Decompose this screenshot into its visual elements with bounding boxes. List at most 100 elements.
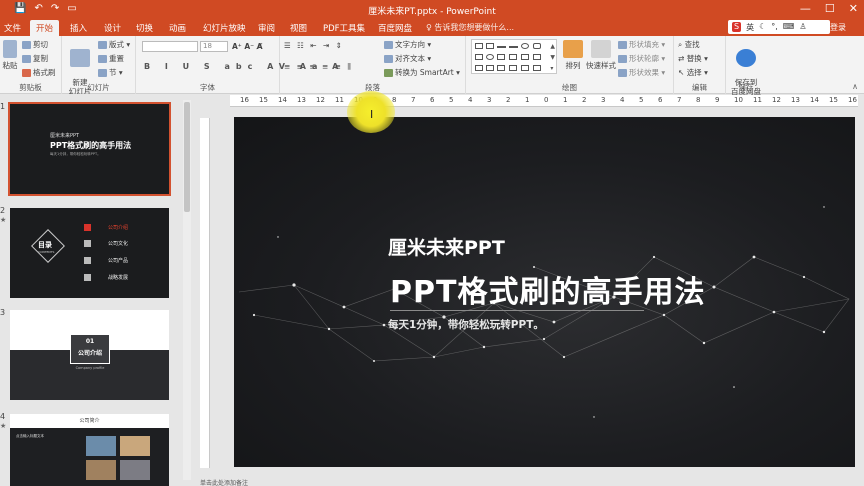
cut-button[interactable]: 剪切 [22, 39, 48, 50]
tab-insert[interactable]: 插入 [70, 22, 87, 34]
ribbon: 粘贴 剪切 复制 格式刷 剪贴板 新建 幻灯片 版式 ▾ 重置 节 ▾ 幻灯片 … [0, 36, 864, 96]
moon-icon[interactable]: ☾ [759, 22, 766, 32]
thumb2-item: 公司文化 [108, 241, 129, 247]
shape-rect2[interactable] [475, 54, 483, 60]
brush-icon [22, 69, 31, 77]
slide-title[interactable]: PPT格式刷的高手用法 [390, 267, 705, 311]
tab-slideshow[interactable]: 幻灯片放映 [203, 22, 246, 34]
tab-transitions[interactable]: 切换 [136, 22, 153, 34]
ruler-label: 12 [772, 96, 781, 104]
grow-font-button[interactable]: A⁺ A⁻ A̸ [232, 42, 263, 51]
scrollbar-thumb[interactable] [184, 102, 190, 212]
notes-pane[interactable]: 单击此处添加备注 [196, 478, 864, 486]
punct-icon[interactable]: °, [771, 22, 778, 32]
ruler-label: 9 [715, 96, 720, 104]
gallery-scroll[interactable]: ▲ ▼ ▾ [550, 41, 555, 74]
layout-button[interactable]: 版式 ▾ [98, 39, 130, 50]
shape-effects-button[interactable]: 形状效果 ▾ [618, 67, 665, 78]
ruler-label: 16 [240, 96, 249, 104]
thumb-slide-2[interactable]: 目录 CONTENTS 公司介绍 公司文化 公司产品 战略发展 [10, 208, 169, 298]
paste-icon [3, 40, 17, 58]
quick-styles-button[interactable]: 快速样式 [586, 40, 616, 71]
shapes-gallery[interactable]: ▲ ▼ ▾ [471, 39, 557, 74]
tab-view[interactable]: 视图 [290, 22, 307, 34]
ruler-label: 6 [430, 96, 435, 104]
shape-brace[interactable] [533, 54, 541, 60]
font-size-select[interactable]: 18 [200, 41, 228, 52]
shape-fill-button[interactable]: 形状填充 ▾ [618, 39, 665, 50]
ime-lang[interactable]: 英 [746, 22, 754, 32]
shape-bracket[interactable] [521, 65, 529, 71]
paste-button[interactable]: 粘贴 [0, 40, 20, 71]
shape-arrow[interactable] [509, 46, 518, 48]
slide-canvas[interactable]: 厘米未来PPT PPT格式刷的高手用法 每天1分钟，带你轻松玩转PPT。 [234, 117, 855, 467]
minimize-button[interactable]: — [800, 2, 811, 15]
shape-curve[interactable] [509, 65, 517, 71]
arrange-button[interactable]: 排列 [562, 40, 584, 71]
shape-textbox[interactable] [486, 43, 494, 49]
thumb-number: 2 [0, 206, 6, 215]
align-buttons[interactable]: ≡ ≡ ≡ ≡ ≡ ⫼ [284, 62, 353, 72]
tab-home[interactable]: 开始 [30, 20, 60, 36]
shape-callout[interactable] [533, 65, 541, 71]
shape-arrow-down[interactable] [486, 65, 494, 71]
shape-pentagon[interactable] [521, 54, 529, 60]
shape-arrow-right[interactable] [475, 65, 483, 71]
replace-button[interactable]: ⇄ 替换 ▾ [678, 53, 708, 64]
tab-baidu-netdisk[interactable]: 百度网盘 [378, 22, 412, 34]
font-name-select[interactable] [142, 41, 198, 52]
quick-styles-icon [591, 40, 611, 58]
text-direction-button[interactable]: 文字方向 ▾ [384, 39, 431, 50]
tab-animations[interactable]: 动画 [169, 22, 186, 34]
vertical-ruler[interactable] [200, 118, 210, 468]
thumb-slide-1[interactable]: 厘米未来PPT PPT格式刷的高手用法 每天1分钟，带你轻松玩转PPT。 [8, 102, 171, 196]
tell-me-search[interactable]: ♀ 告诉我您想要做什么... [426, 22, 514, 33]
collapse-ribbon-icon[interactable]: ∧ [852, 82, 858, 91]
thumb1-tag: 每天1分钟，带你轻松玩转PPT。 [50, 152, 101, 156]
shape-triangle[interactable] [497, 54, 505, 60]
shape-circle[interactable] [486, 54, 494, 60]
slide-subtitle[interactable]: 厘米未来PPT [388, 233, 505, 260]
login-link[interactable]: 登录 [830, 22, 846, 33]
ruler-label: 2 [506, 96, 511, 104]
group-label-editing: 编辑 [692, 83, 707, 92]
shape-rounded[interactable] [533, 43, 541, 49]
shape-rect[interactable] [475, 43, 483, 49]
user-icon[interactable]: ♙ [799, 22, 806, 32]
shape-star[interactable] [497, 65, 505, 71]
pencil-icon [618, 55, 627, 63]
shape-line[interactable] [497, 46, 506, 48]
close-button[interactable]: ✕ [849, 2, 858, 15]
thumb-slide-3[interactable]: 01 公司介绍 Company profile [10, 310, 169, 400]
tab-file[interactable]: 文件 [4, 22, 21, 34]
cursor-select-icon: ↖ [678, 68, 685, 77]
find-button[interactable]: ⌕ 查找 [678, 39, 700, 50]
group-editing: ⌕ 查找 ⇄ 替换 ▾ ↖ 选择 ▾ 编辑 [674, 36, 726, 94]
thumbnail-scrollbar[interactable] [183, 100, 191, 480]
align-text-button[interactable]: 对齐文本 ▾ [384, 53, 431, 64]
shape-outline-button[interactable]: 形状轮廓 ▾ [618, 53, 665, 64]
format-painter-button[interactable]: 格式刷 [22, 67, 56, 78]
text-direction-icon [384, 41, 393, 49]
horizontal-ruler[interactable]: 1615141312111098765432101234567891011121… [230, 95, 858, 107]
slide-tagline[interactable]: 每天1分钟，带你轻松玩转PPT。 [388, 317, 544, 332]
ruler-label: 0 [544, 96, 549, 104]
thumb-slide-4[interactable]: 公司简介 点击输入标题文本 [10, 414, 169, 486]
reset-button[interactable]: 重置 [98, 53, 124, 64]
shape-parallelogram[interactable] [509, 54, 517, 60]
tab-pdf-tools[interactable]: PDF工具集 [323, 22, 365, 34]
group-slides: 新建 幻灯片 版式 ▾ 重置 节 ▾ 幻灯片 [62, 36, 136, 96]
tab-design[interactable]: 设计 [104, 22, 121, 34]
thumbnail-pane: 1 厘米未来PPT PPT格式刷的高手用法 每天1分钟，带你轻松玩转PPT。 2… [0, 94, 196, 486]
thumb1-title: PPT格式刷的高手用法 [50, 141, 132, 150]
copy-button[interactable]: 复制 [22, 53, 48, 64]
keyboard-icon[interactable]: ⌨ [783, 22, 795, 32]
tab-review[interactable]: 审阅 [258, 22, 275, 34]
section-button[interactable]: 节 ▾ [98, 67, 123, 78]
shape-oval[interactable] [521, 43, 529, 49]
select-button[interactable]: ↖ 选择 ▾ [678, 67, 708, 78]
maximize-button[interactable]: ☐ [825, 2, 835, 15]
sogou-logo[interactable]: S [732, 22, 742, 32]
smartart-button[interactable]: 转换为 SmartArt ▾ [384, 67, 460, 78]
list-buttons[interactable]: ☰ ☷ ⇤ ⇥ ⇕ [284, 41, 344, 50]
